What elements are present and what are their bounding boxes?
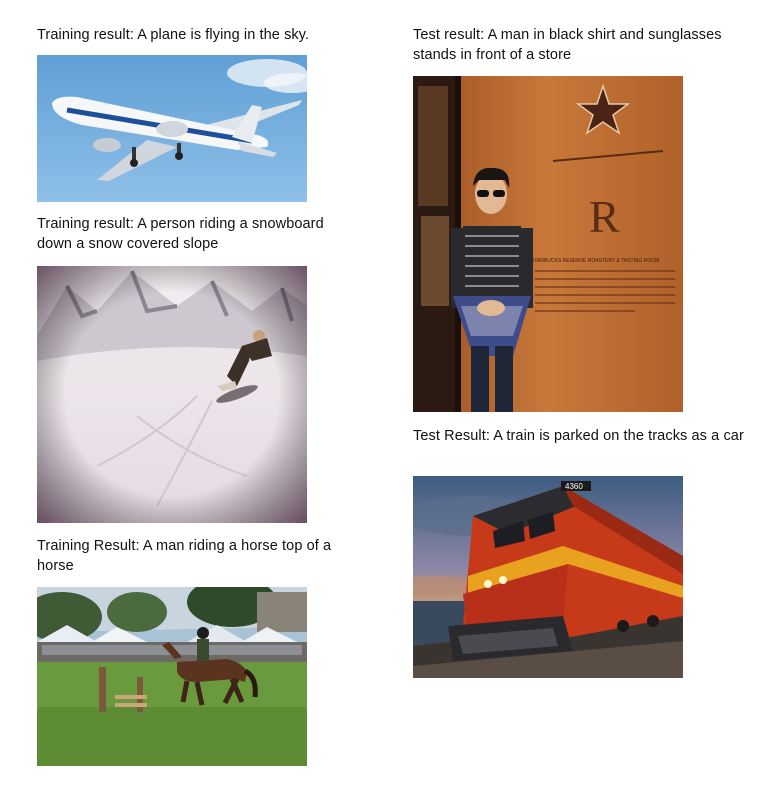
- caption-man: Test result: A man in black shirt and su…: [413, 27, 722, 63]
- photo-plane: [37, 55, 307, 202]
- photo-horse: [37, 587, 307, 766]
- caption-train: Test Result: A train is parked on the tr…: [413, 428, 744, 444]
- photo-snowboard: [37, 266, 307, 523]
- caption-snowboard: Training result: A person riding a snowb…: [37, 216, 324, 252]
- store-sign-line: STARBUCKS RESERVE ROASTERY & TASTING ROO…: [531, 258, 659, 264]
- photo-train: 4360: [413, 476, 683, 678]
- store-sign-letter: R: [589, 191, 620, 242]
- train-number: 4360: [565, 482, 583, 491]
- photo-man: R STARBUCKS RESERVE ROASTERY & TASTING R…: [413, 76, 683, 412]
- caption-plane: Training result: A plane is flying in th…: [37, 27, 310, 43]
- caption-horse: Training Result: A man riding a horse to…: [37, 538, 332, 574]
